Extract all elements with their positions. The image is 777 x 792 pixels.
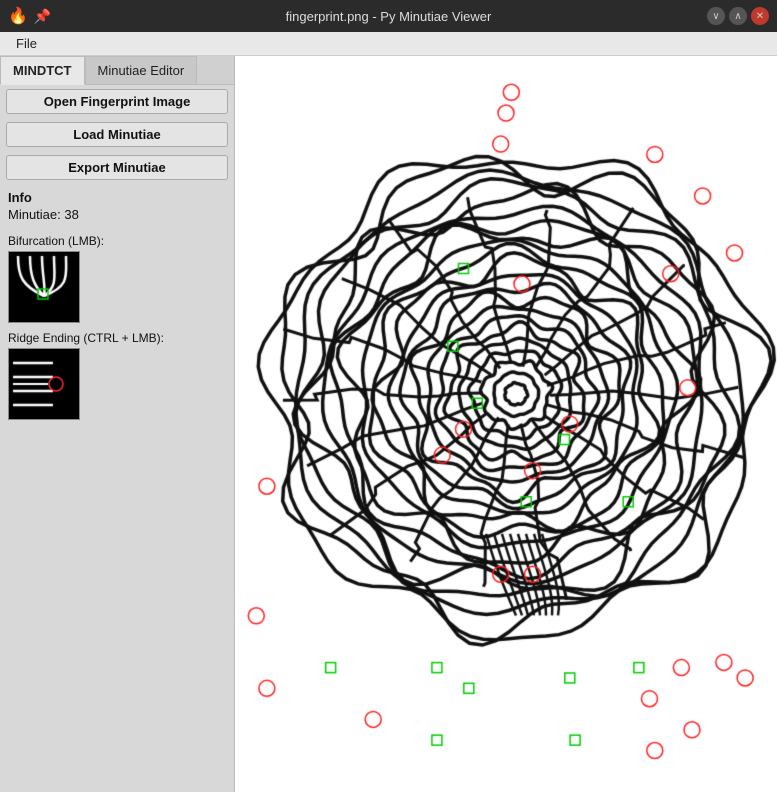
titlebar: 🔥 📌 fingerprint.png - Py Minutiae Viewer…: [0, 0, 777, 32]
file-menu[interactable]: File: [8, 34, 45, 53]
export-minutiae-button[interactable]: Export Minutiae: [6, 155, 228, 180]
pin-icon: 📌: [34, 8, 51, 25]
window-title: fingerprint.png - Py Minutiae Viewer: [286, 9, 492, 24]
fingerprint-canvas: [235, 56, 777, 792]
titlebar-controls: ∨ ∧ ✕: [707, 7, 769, 25]
open-fingerprint-button[interactable]: Open Fingerprint Image: [6, 89, 228, 114]
fingerprint-panel: [235, 56, 777, 792]
titlebar-left: 🔥 📌: [8, 6, 51, 26]
ridge-ending-label: Ridge Ending (CTRL + LMB):: [8, 331, 226, 345]
close-button[interactable]: ✕: [751, 7, 769, 25]
main-area: MINDTCT Minutiae Editor Open Fingerprint…: [0, 56, 777, 792]
minimize-button[interactable]: ∨: [707, 7, 725, 25]
info-section: Info Minutiae: 38: [0, 184, 234, 230]
bifurcation-image: [8, 251, 80, 323]
app-icon: 🔥: [8, 6, 28, 26]
minutiae-count: Minutiae: 38: [8, 207, 226, 222]
left-panel: MINDTCT Minutiae Editor Open Fingerprint…: [0, 56, 235, 792]
tabs: MINDTCT Minutiae Editor: [0, 56, 234, 85]
info-title: Info: [8, 190, 226, 205]
tab-mindtct[interactable]: MINDTCT: [0, 56, 85, 85]
ridge-ending-legend: Ridge Ending (CTRL + LMB):: [0, 327, 234, 424]
bifurcation-label: Bifurcation (LMB):: [8, 234, 226, 248]
maximize-button[interactable]: ∧: [729, 7, 747, 25]
menubar: File: [0, 32, 777, 56]
tab-minutiae-editor[interactable]: Minutiae Editor: [85, 56, 198, 84]
bifurcation-legend: Bifurcation (LMB):: [0, 230, 234, 327]
load-minutiae-button[interactable]: Load Minutiae: [6, 122, 228, 147]
ridge-ending-image: [8, 348, 80, 420]
